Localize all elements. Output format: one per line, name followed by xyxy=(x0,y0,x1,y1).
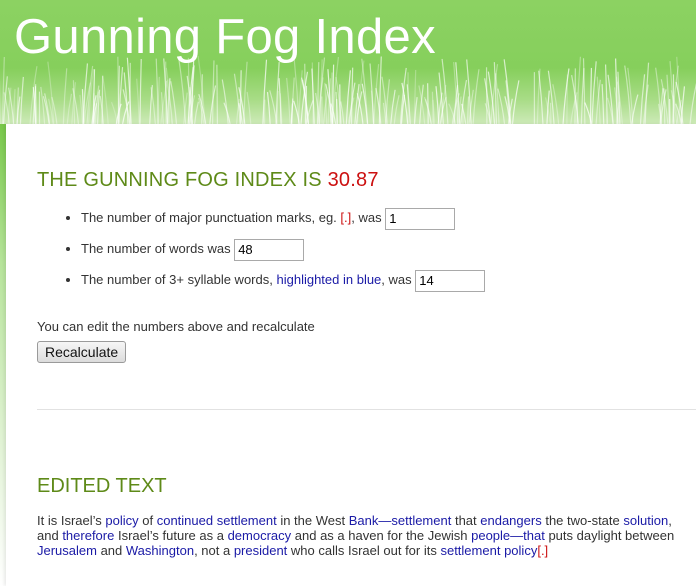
punctuation-label-post: , was xyxy=(351,210,382,225)
complex-word: solution xyxy=(623,513,669,528)
fog-index-label: THE GUNNING FOG INDEX IS xyxy=(37,169,322,191)
section-divider xyxy=(37,409,696,410)
punctuation-example: [.] xyxy=(340,210,352,225)
words-label: The number of words was xyxy=(81,241,231,256)
edit-hint: You can edit the numbers above and recal… xyxy=(37,319,315,334)
complex-word: therefore xyxy=(62,528,115,543)
complex-word: policy xyxy=(105,513,139,528)
complex-word: settlement xyxy=(440,543,501,558)
edited-text-heading: EDITED TEXT xyxy=(37,475,167,497)
text-segment: that xyxy=(451,513,481,528)
complex-word-count-input[interactable] xyxy=(415,269,486,292)
complex-word: continued xyxy=(156,513,214,528)
edited-text-body: It is Israel’s policy of continued settl… xyxy=(37,513,692,558)
syllables-label-post: , was xyxy=(381,272,412,287)
text-segment: and xyxy=(96,543,126,558)
site-header: Gunning Fog Index xyxy=(0,0,696,124)
complex-word: Washington xyxy=(125,543,195,558)
stat-punctuation: The number of major punctuation marks, e… xyxy=(81,206,485,237)
text-segment: and as a haven for the Jewish xyxy=(291,528,472,543)
text-segment: in the West xyxy=(276,513,349,528)
fog-index-score: 30.87 xyxy=(327,169,379,191)
fog-index-heading: THE GUNNING FOG INDEX IS 30.87 xyxy=(37,169,379,192)
text-segment: puts daylight between xyxy=(544,528,675,543)
stat-words: The number of words was xyxy=(81,237,485,268)
site-title: Gunning Fog Index xyxy=(14,10,436,64)
complex-word: Jerusalem xyxy=(37,543,97,558)
punctuation-mark: [.] xyxy=(537,543,549,558)
complex-word: democracy xyxy=(227,528,292,543)
complex-word: endangers xyxy=(480,513,542,528)
recalculate-button[interactable]: Recalculate xyxy=(37,341,127,363)
text-segment: It is Israel’s xyxy=(37,513,106,528)
word-count-input[interactable] xyxy=(234,238,305,261)
complex-word: president xyxy=(233,543,288,558)
punctuation-count-input[interactable] xyxy=(385,207,456,230)
main-content: THE GUNNING FOG INDEX IS 30.87 The numbe… xyxy=(6,124,696,586)
syllables-label: The number of 3+ syllable words, xyxy=(81,272,273,287)
complex-word: people—that xyxy=(471,528,545,543)
complex-word: settlement xyxy=(216,513,277,528)
syllables-highlight-note: highlighted in blue xyxy=(276,272,382,287)
text-segment: who calls Israel out for its xyxy=(287,543,441,558)
stats-list: The number of major punctuation marks, e… xyxy=(51,206,486,299)
complex-word: Bank—settlement xyxy=(348,513,452,528)
stat-syllables: The number of 3+ syllable words, highlig… xyxy=(81,268,486,299)
punctuation-label: The number of major punctuation marks, e… xyxy=(81,210,337,225)
complex-word: policy xyxy=(504,543,538,558)
text-segment: Israel’s future as a xyxy=(114,528,228,543)
text-segment: the two-state xyxy=(541,513,624,528)
text-segment: , not a xyxy=(194,543,234,558)
text-segment: of xyxy=(138,513,157,528)
